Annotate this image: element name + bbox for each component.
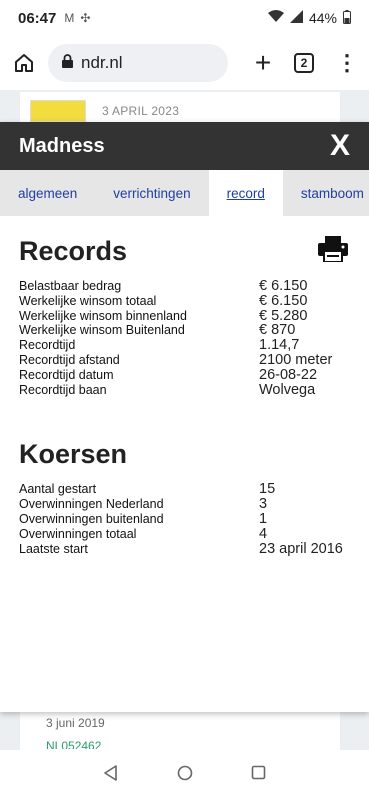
koersen-label: Overwinningen totaal: [19, 526, 137, 541]
koersen-label: Overwinningen Nederland: [19, 497, 164, 512]
wifi-icon: [267, 10, 284, 26]
battery-percentage: 44%: [308, 10, 337, 26]
background-date-bottom: 3 juni 2019: [46, 716, 105, 730]
record-value: € 6.150: [259, 292, 308, 309]
koersen-row: Overwinningen buitenland 1: [19, 512, 350, 527]
clock: 06:47: [18, 9, 57, 27]
lock-icon: [62, 53, 73, 73]
record-value: 26-08-22: [259, 366, 318, 383]
koersen-row: Overwinningen totaal 4: [19, 525, 350, 542]
koersen-label: Laatste start: [19, 541, 88, 556]
record-row: Recordtijd datum 26-08-22: [19, 366, 350, 383]
signal-icon: [289, 10, 303, 26]
modal-content: Records Belastbaar bedrag € 6.150 Werkeli…: [0, 236, 369, 556]
koersen-value: 23 april 2016: [259, 540, 343, 557]
record-row: Werkelijke winsom binnenland € 5.280: [19, 307, 350, 324]
record-label: Belastbaar bedrag: [19, 279, 122, 293]
koersen-label: Aantal gestart: [19, 482, 97, 497]
print-icon[interactable]: [318, 236, 348, 267]
record-row: Belastbaar bedrag € 6.150: [19, 279, 350, 294]
record-label: Recordtijd afstand: [19, 352, 120, 367]
record-row: Werkelijke winsom totaal € 6.150: [19, 292, 350, 309]
koersen-value: 1: [259, 510, 268, 527]
records-list: Belastbaar bedrag € 6.150 Werkelijke wins…: [19, 279, 350, 397]
new-tab-icon[interactable]: +: [250, 47, 276, 79]
record-row: Werkelijke winsom Buitenland € 870: [19, 323, 350, 338]
recents-icon[interactable]: [251, 765, 266, 785]
status-bar: 06:47 M ✣ 44%: [0, 0, 369, 36]
battery-icon: [343, 9, 351, 27]
overflow-menu-icon[interactable]: ⋮: [336, 52, 358, 74]
background-date: 3 APRIL 2023: [102, 104, 180, 118]
records-title: Records: [19, 236, 128, 266]
koersen-value: 3: [259, 496, 268, 513]
koersen-header: Koersen: [19, 439, 350, 470]
background-thumbnail: [30, 100, 86, 122]
koersen-value: 4: [259, 525, 268, 542]
modal-title: Madness: [19, 134, 105, 157]
record-label: Recordtijd: [19, 338, 76, 353]
koersen-row: Aantal gestart 15: [19, 482, 350, 497]
horse-detail-modal: Madness X algemeen verrichtingen record …: [0, 122, 369, 712]
background-link[interactable]: NL052462: [46, 739, 101, 749]
modal-header: Madness X: [0, 122, 369, 170]
record-label: Werkelijke winsom totaal: [19, 293, 157, 308]
url-text: ndr.nl: [81, 53, 123, 72]
tab-switcher-button[interactable]: 2: [294, 53, 314, 73]
back-icon[interactable]: [103, 764, 119, 786]
record-value: € 6.150: [259, 278, 308, 294]
koersen-label: Overwinningen buitenland: [19, 511, 164, 526]
tab-verrichtingen[interactable]: verrichtingen: [95, 170, 208, 216]
koersen-row: Laatste start 23 april 2016: [19, 540, 350, 557]
record-value: € 5.280: [259, 307, 308, 324]
system-nav-bar: [0, 750, 369, 800]
app-notification-icon: ✣: [80, 11, 91, 25]
tab-stamboom[interactable]: stamboom: [283, 170, 369, 216]
record-row: Recordtijd baan Wolvega: [19, 381, 350, 398]
close-button[interactable]: X: [330, 131, 350, 161]
record-value: 1.14,7: [259, 337, 300, 354]
tab-bar: algemeen verrichtingen record stamboom: [0, 170, 369, 216]
record-label: Recordtijd datum: [19, 367, 114, 382]
koersen-list: Aantal gestart 15 Overwinningen Nederland…: [19, 482, 350, 556]
browser-toolbar: ndr.nl + 2 ⋮: [0, 36, 369, 90]
koersen-row: Overwinningen Nederland 3: [19, 497, 350, 512]
koersen-title: Koersen: [19, 439, 128, 470]
record-label: Recordtijd baan: [19, 382, 107, 397]
address-bar[interactable]: ndr.nl: [48, 44, 228, 82]
record-label: Werkelijke winsom Buitenland: [19, 323, 185, 338]
koersen-value: 15: [259, 481, 276, 498]
tab-record[interactable]: record: [208, 170, 283, 216]
home-icon[interactable]: [10, 49, 38, 77]
record-row: Recordtijd 1.14,7: [19, 338, 350, 353]
gmail-icon: M: [64, 11, 75, 25]
record-value: € 870: [259, 322, 296, 339]
record-row: Recordtijd afstand 2100 meter: [19, 353, 350, 368]
tab-algemeen[interactable]: algemeen: [0, 170, 95, 216]
record-value: Wolvega: [259, 381, 316, 398]
records-header: Records: [19, 236, 350, 267]
record-label: Werkelijke winsom binnenland: [19, 308, 187, 323]
record-value: 2100 meter: [259, 351, 333, 368]
home-circle-icon[interactable]: [177, 765, 193, 786]
